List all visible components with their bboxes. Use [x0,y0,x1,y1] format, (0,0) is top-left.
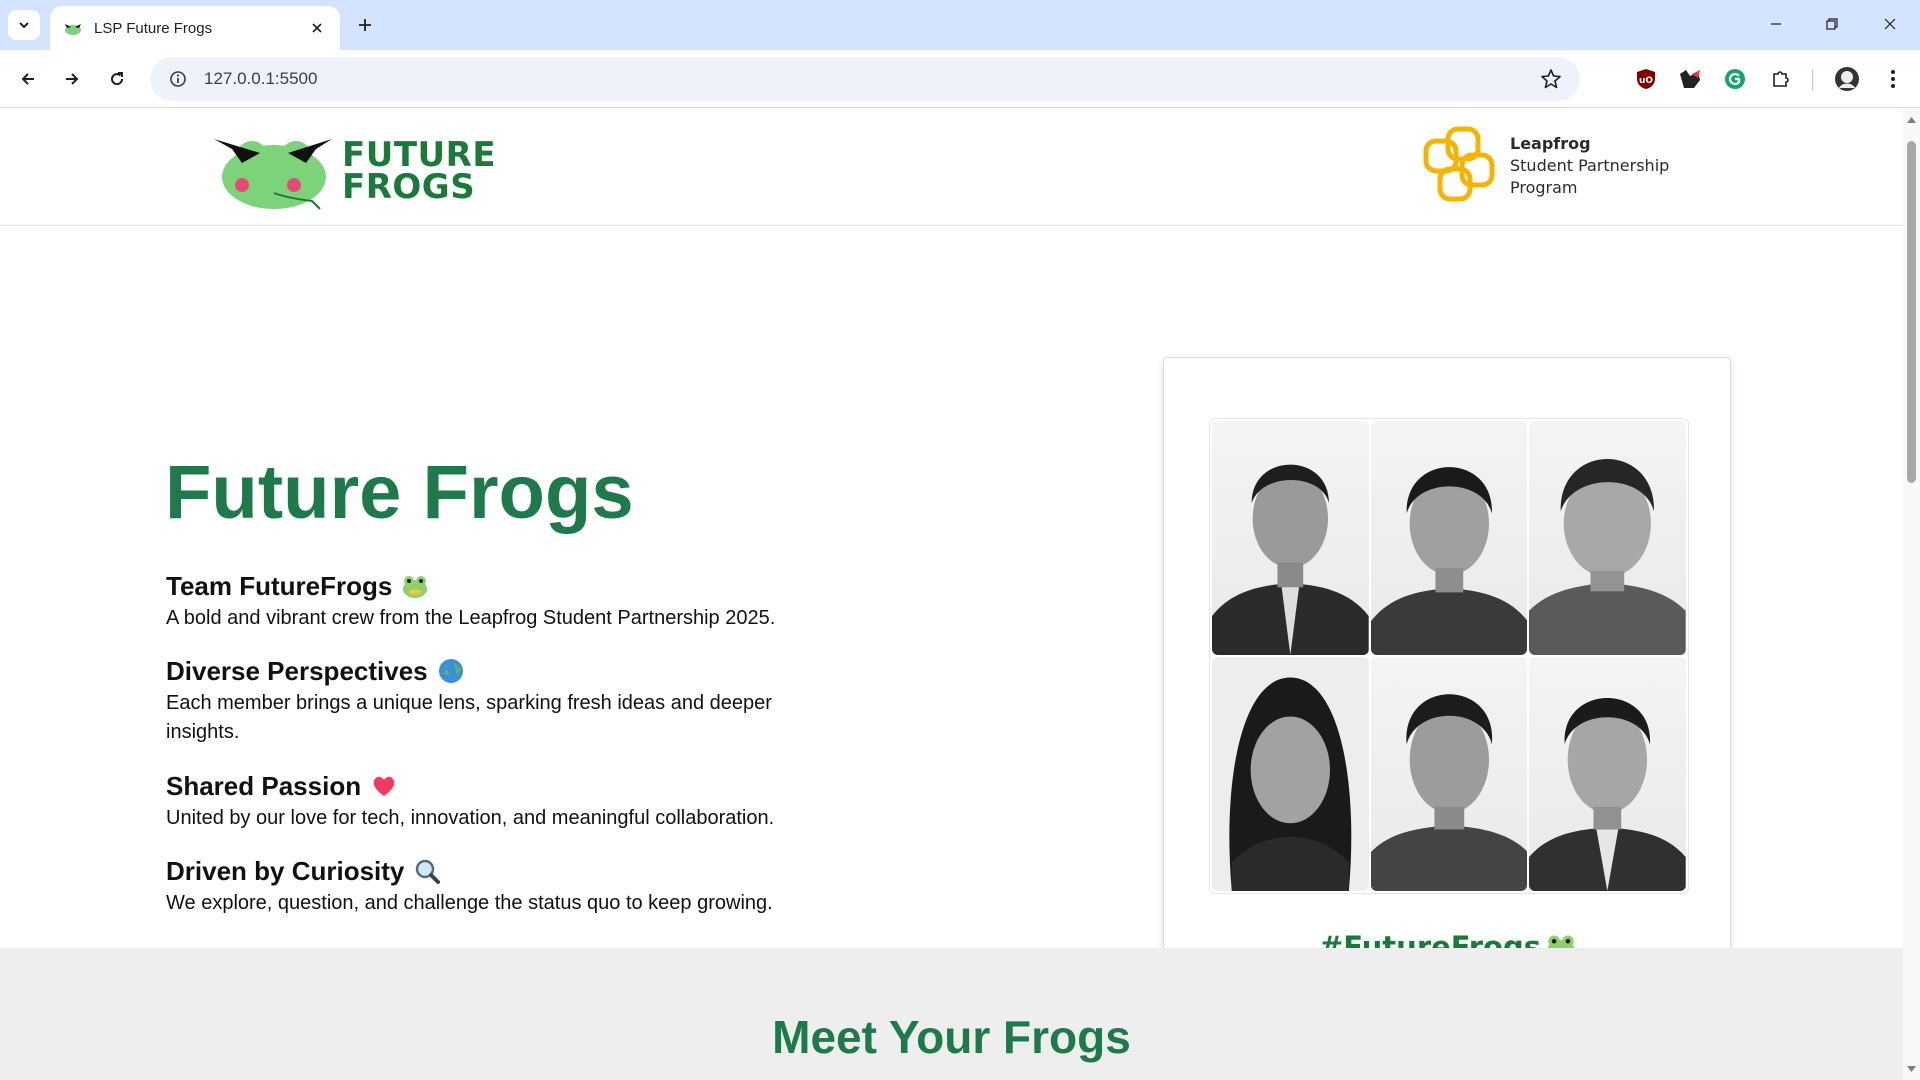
back-button[interactable] [12,63,44,95]
toolbar-divider [1812,69,1813,91]
feature-text: Each member brings a unique lens, sparki… [166,692,772,743]
scroll-up-arrow-icon[interactable] [1906,115,1917,125]
extension-cat-icon[interactable] [1676,65,1704,93]
feature-text: United by our love for tech, innovation,… [166,807,775,829]
feature-heading-text: Team FutureFrogs [166,570,393,601]
url-text: 127.0.0.1:5500 [204,69,318,88]
close-tab-icon[interactable] [308,19,326,37]
frog-emoji-icon [403,576,428,598]
member-portrait [1529,657,1686,891]
hero-section: Future Frogs Team FutureFrogs A bold and… [0,227,1903,1057]
restore-icon [1826,18,1838,30]
member-portrait [1212,421,1369,655]
feature-heading-text: Shared Passion [166,770,362,801]
team-photo-grid [1209,418,1689,894]
meet-section: Meet Your Frogs [0,948,1903,1080]
globe-emoji-icon [438,659,463,683]
member-portrait [1212,657,1369,891]
feature-curiosity: Driven by Curiosity We explore, question… [166,854,806,918]
plus-icon [359,19,371,31]
reload-icon [111,72,124,86]
leapfrog-knot-icon [1423,126,1495,202]
hero-title: Future Frogs [165,450,634,535]
chevron-down-icon [19,22,29,29]
grammarly-icon[interactable] [1721,65,1749,93]
arrow-left-icon [21,73,34,85]
reload-button[interactable] [101,63,133,95]
team-photo-card: #FutureFrogs [1163,357,1731,1033]
restore-button[interactable] [1810,8,1854,40]
tab-search-button[interactable] [8,10,40,40]
tab-title: LSP Future Frogs [94,19,213,37]
profile-avatar[interactable] [1833,65,1861,93]
scroll-down-arrow-icon[interactable] [1906,1064,1917,1074]
site-info-icon[interactable] [158,57,198,101]
feature-passion: Shared Passion United by our love for te… [166,769,806,833]
page-viewport: FUTURE FROGS Leapfrog Student Partnershi… [0,109,1903,1080]
partner-line-1: Leapfrog [1510,134,1591,153]
more-menu-icon[interactable] [1879,65,1907,93]
close-window-button[interactable] [1868,8,1912,40]
feature-heading: Team FutureFrogs [166,569,806,603]
magnifier-emoji-icon [416,859,441,884]
browser-tabbar: LSP Future Frogs [0,0,1920,50]
frog-favicon-icon [65,24,81,35]
arrow-right-icon [66,73,79,85]
browser-toolbar: 127.0.0.1:5500 uO [0,50,1920,108]
extensions-puzzle-icon[interactable] [1767,65,1795,93]
logo-line-frogs: FROGS [342,167,476,207]
minimize-button[interactable] [1754,8,1798,40]
minimize-icon [1771,23,1781,25]
feature-heading: Diverse Perspectives [166,654,806,688]
feature-heading-text: Diverse Perspectives [166,655,428,686]
forward-button[interactable] [56,63,88,95]
leapfrog-wordmark: Leapfrog Student Partnership Program [1510,133,1669,199]
member-portrait [1370,657,1528,891]
feature-team: Team FutureFrogs A bold and vibrant crew… [166,569,806,633]
site-header: FUTURE FROGS Leapfrog Student Partnershi… [0,109,1903,226]
close-icon [1884,18,1896,30]
feature-text: We explore, question, and challenge the … [166,892,773,914]
feature-heading: Shared Passion [166,769,806,803]
partner-line-3: Program [1510,178,1578,197]
feature-text: A bold and vibrant crew from the Leapfro… [166,607,776,629]
leapfrog-logo[interactable]: Leapfrog Student Partnership Program [1418,125,1718,210]
new-tab-button[interactable] [352,12,378,38]
page-scrollbar[interactable] [1903,109,1920,1080]
address-bar[interactable]: 127.0.0.1:5500 [150,57,1580,101]
future-frogs-logo[interactable]: FUTURE FROGS [212,127,496,217]
feature-heading: Driven by Curiosity [166,854,806,888]
frog-logo-icon [214,139,332,210]
scrollbar-thumb[interactable] [1907,141,1916,483]
browser-tab[interactable]: LSP Future Frogs [50,6,340,50]
logo-wordmark: FUTURE FROGS [342,138,496,207]
heart-emoji-icon [373,776,395,796]
feature-diverse: Diverse Perspectives Each member brings … [166,654,806,747]
meet-title: Meet Your Frogs [772,1011,1131,1063]
member-portrait [1529,421,1686,655]
member-portrait [1370,421,1528,655]
ublock-extension-icon[interactable]: uO [1632,65,1660,93]
partner-line-2: Student Partnership [1510,156,1670,175]
svg-text:uO: uO [1639,76,1653,86]
feature-heading-text: Driven by Curiosity [166,855,405,886]
bookmark-star-icon[interactable] [1540,68,1562,90]
